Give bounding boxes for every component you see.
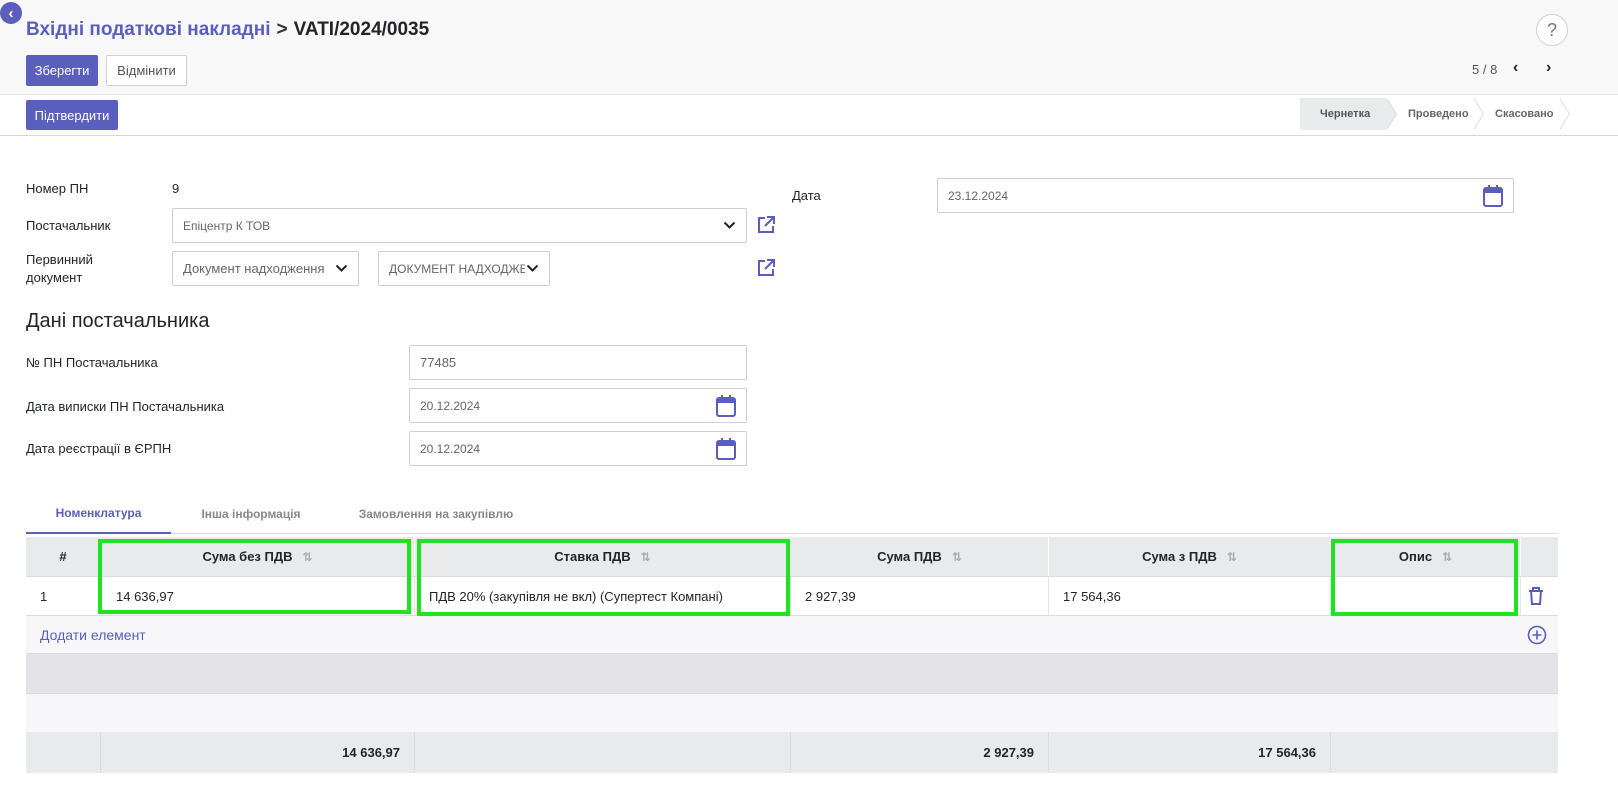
external-link-icon[interactable]: [756, 258, 776, 278]
empty-row: [26, 654, 1558, 693]
col-amount-excl-label: Сума без ПДВ: [202, 549, 293, 564]
table-footer: 14 636,97 2 927,39 17 564,36: [26, 732, 1558, 773]
date-input[interactable]: 23.12.2024: [937, 178, 1514, 213]
discard-button[interactable]: Відмінити: [106, 55, 187, 86]
number-label: Номер ПН: [26, 181, 89, 196]
col-number-header: #: [26, 537, 101, 576]
pager-next-icon[interactable]: ›: [1546, 59, 1551, 77]
row-amount-excl[interactable]: 14 636,97: [101, 577, 415, 615]
reg-date-value: 20.12.2024: [420, 441, 481, 456]
supplier-label: Постачальник: [26, 218, 111, 233]
col-vat-rate-label: Ставка ПДВ: [554, 549, 631, 564]
chevron-down-icon: [722, 219, 736, 233]
primary-doc-type-select[interactable]: Документ надходження: [172, 251, 359, 286]
col-description-label: Опис: [1398, 549, 1433, 564]
back-icon[interactable]: ‹: [0, 2, 22, 24]
date-value: 23.12.2024: [948, 188, 1009, 203]
row-vat-rate[interactable]: ПДВ 20% (закупівля не вкл) (Супертест Ко…: [415, 577, 791, 615]
empty-row: [26, 693, 1558, 732]
external-link-icon[interactable]: [756, 215, 776, 235]
sort-icon: ⇅: [951, 549, 962, 564]
sort-icon: ⇅: [302, 549, 313, 564]
primary-doc-number-select[interactable]: ДОКУМЕНТ НАДХОДЖЕ: [378, 251, 550, 286]
calendar-icon[interactable]: [1483, 184, 1503, 207]
supplier-vat-no-label: № ПН Постачальника: [26, 355, 158, 370]
col-amount-excl-header[interactable]: Сума без ПДВ ⇅: [101, 537, 415, 576]
sort-icon: ⇅: [640, 549, 651, 564]
pager-value: 5 / 8: [1472, 62, 1498, 77]
chevron-down-icon: [525, 262, 539, 276]
primary-doc-number-value: ДОКУМЕНТ НАДХОДЖЕ: [389, 261, 525, 276]
col-vat-amount-header[interactable]: Сума ПДВ ⇅: [791, 537, 1049, 576]
confirm-button[interactable]: Підтвердити: [26, 100, 118, 130]
footer-empty: [415, 732, 791, 773]
col-vat-rate-header[interactable]: Ставка ПДВ ⇅: [415, 537, 791, 576]
supplier-vat-no-value: 77485: [420, 355, 457, 370]
reg-date-label: Дата реєстрації в ЄРПН: [26, 441, 172, 456]
pager-prev-icon[interactable]: ‹: [1513, 59, 1518, 77]
calendar-icon[interactable]: [716, 394, 736, 417]
table-row[interactable]: 1 14 636,97 ПДВ 20% (закупівля не вкл) (…: [26, 577, 1558, 616]
col-vat-amount-label: Сума ПДВ: [877, 549, 942, 564]
plus-circle-icon[interactable]: [1527, 625, 1547, 645]
tab-nomenclature[interactable]: Номенклатура: [26, 494, 171, 534]
col-actions-header: [1521, 537, 1558, 576]
status-bar: Підтвердити Чернетка Проведено Скасовано: [0, 95, 1618, 136]
number-value: 9: [172, 181, 180, 196]
col-description-header[interactable]: Опис ⇅: [1331, 537, 1521, 576]
chevron-down-icon: [334, 262, 348, 276]
trash-icon[interactable]: [1527, 586, 1545, 606]
primary-doc-label: Первинний документ: [26, 251, 93, 287]
primary-doc-label-line1: Первинний: [26, 252, 93, 267]
issue-date-label: Дата виписки ПН Постачальника: [26, 399, 225, 414]
tab-purchase-orders[interactable]: Замовлення на закупівлю: [346, 494, 526, 534]
col-amount-incl-header[interactable]: Сума з ПДВ ⇅: [1049, 537, 1331, 576]
issue-date-value: 20.12.2024: [420, 398, 481, 413]
total-vat-amount: 2 927,39: [791, 732, 1049, 773]
notebook-tabs: Номенклатура Інша інформація Замовлення …: [26, 494, 1558, 534]
sort-icon: ⇅: [1442, 549, 1453, 564]
supplier-select[interactable]: Епіцентр К ТОВ: [172, 208, 747, 243]
footer-empty: [1331, 732, 1558, 773]
supplier-vat-no-input[interactable]: 77485: [409, 345, 747, 380]
supplier-value: Епіцентр К ТОВ: [183, 218, 271, 233]
status-step-cancelled[interactable]: Скасовано: [1473, 98, 1570, 130]
help-button[interactable]: ?: [1536, 14, 1568, 46]
table-header: # Сума без ПДВ ⇅ Ставка ПДВ ⇅ Сума ПДВ ⇅ Су…: [26, 537, 1558, 577]
col-number-label: #: [59, 549, 67, 564]
primary-doc-type-value: Документ надходження: [183, 261, 325, 276]
add-line-row: Додати елемент: [26, 616, 1558, 654]
date-label: Дата: [792, 188, 821, 203]
status-step-draft[interactable]: Чернетка: [1300, 98, 1397, 130]
reg-date-input[interactable]: 20.12.2024: [409, 431, 747, 466]
breadcrumb-parent-link[interactable]: Вхідні податкові накладні: [26, 19, 271, 40]
row-amount-incl: 17 564,36: [1049, 577, 1331, 615]
issue-date-input[interactable]: 20.12.2024: [409, 388, 747, 423]
supplier-section-title: Дані постачальника: [26, 310, 210, 332]
footer-empty: [26, 732, 101, 773]
total-amount-excl: 14 636,97: [101, 732, 415, 773]
delete-row-cell: [1521, 577, 1558, 615]
breadcrumb-separator: >: [276, 19, 288, 40]
primary-doc-label-line2: документ: [26, 270, 83, 285]
total-amount-incl: 17 564,36: [1049, 732, 1331, 773]
status-steps: Чернетка Проведено Скасовано: [1300, 98, 1570, 130]
save-button[interactable]: Зберегти: [26, 55, 98, 86]
add-line-link[interactable]: Додати елемент: [40, 616, 440, 653]
col-amount-incl-label: Сума з ПДВ: [1142, 549, 1217, 564]
row-vat-amount: 2 927,39: [791, 577, 1049, 615]
breadcrumb: Вхідні податкові накладні > VATI/2024/0035: [26, 19, 429, 41]
row-number: 1: [26, 577, 101, 615]
add-line-cell: [1522, 616, 1552, 653]
sort-icon: ⇅: [1226, 549, 1237, 564]
status-step-posted[interactable]: Проведено: [1386, 98, 1484, 130]
lines-table: # Сума без ПДВ ⇅ Ставка ПДВ ⇅ Сума ПДВ ⇅ Су…: [26, 537, 1558, 773]
calendar-icon[interactable]: [716, 437, 736, 460]
control-panel: ‹ Вхідні податкові накладні > VATI/2024/00…: [0, 0, 1618, 95]
tab-other-info[interactable]: Інша інформація: [176, 494, 326, 534]
breadcrumb-current: VATI/2024/0035: [293, 19, 430, 40]
row-description[interactable]: [1331, 577, 1521, 615]
